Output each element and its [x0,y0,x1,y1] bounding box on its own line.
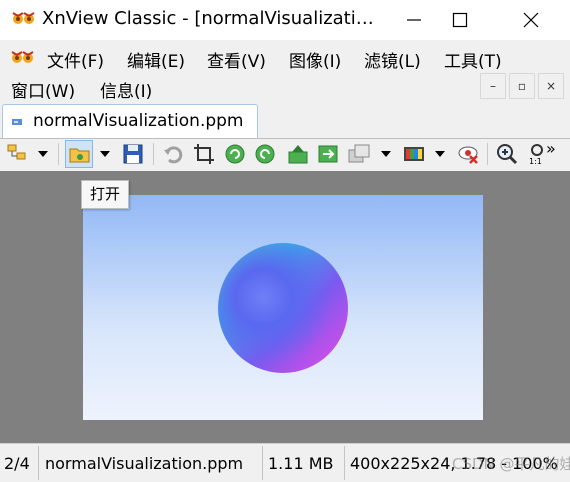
title-bar: XnView Classic - [normalVisualizati… [0,0,570,40]
chevron-down-icon[interactable] [435,151,445,157]
close-button[interactable] [508,0,554,40]
upload-icon[interactable] [286,142,310,166]
image-file-icon [12,119,22,125]
mdi-minimize-button[interactable]: – [480,73,506,99]
image-viewer[interactable] [0,171,570,443]
tooltip-open: 打开 [81,180,129,209]
toolbar-overflow-button[interactable]: » [546,139,556,158]
menu-filter[interactable]: 滤镜(L) [364,47,421,72]
save-icon[interactable] [121,142,145,166]
tab-label: normalVisualization.ppm [33,111,244,131]
zoom-in-icon[interactable] [495,142,519,166]
window-title: XnView Classic - [normalVisualizati… [42,8,374,29]
menu-image[interactable]: 图像(I) [289,47,341,72]
minimize-button[interactable] [391,0,437,40]
status-filename: normalVisualization.ppm [45,454,244,473]
menu-file[interactable]: 文件(F) [47,47,104,72]
convert-icon[interactable] [316,142,340,166]
menu-view[interactable]: 查看(V) [207,47,266,72]
mdi-restore-button[interactable]: ▫ [509,73,535,99]
xnview-logo-icon [11,51,34,63]
undo-icon[interactable] [162,142,186,166]
open-folder-icon [69,148,90,163]
mdi-close-button[interactable]: × [538,73,564,99]
svg-text:1:1: 1:1 [529,157,542,166]
color-palette-icon[interactable] [402,142,426,166]
menu-edit[interactable]: 编辑(E) [127,47,185,72]
tab-normal-visualization[interactable]: normalVisualization.ppm [2,104,258,138]
maximize-icon [452,12,468,28]
menu-tools[interactable]: 工具(T) [444,47,502,72]
status-index: 2/4 [4,454,30,473]
open-button-highlight[interactable] [65,140,93,168]
status-filesize: 1.11 MB [268,454,334,473]
toolbar: 1:1 » [0,139,570,171]
rendered-sphere [218,243,348,373]
browser-tree-icon[interactable] [6,142,30,166]
rotate-left-icon[interactable] [223,142,247,166]
menu-window[interactable]: 窗口(W) [11,77,75,102]
crop-icon[interactable] [192,142,216,166]
slideshow-icon[interactable] [347,142,371,166]
toolbar-separator [487,143,488,165]
status-separator [38,446,39,480]
red-eye-icon[interactable] [456,142,480,166]
watermark: CSDN @平凡的娃 [452,455,570,473]
chevron-down-icon[interactable] [381,151,391,157]
minimize-icon [407,19,421,21]
toolbar-separator [58,143,59,165]
close-icon [523,12,539,28]
menu-info[interactable]: 信息(I) [100,77,152,102]
status-separator [344,446,345,480]
chevron-down-icon[interactable] [38,151,48,157]
rotate-right-icon[interactable] [253,142,277,166]
image-canvas [83,195,483,420]
toolbar-separator [153,143,154,165]
maximize-button[interactable] [437,0,483,40]
status-separator [262,446,263,480]
xnview-logo-icon [12,12,35,24]
chevron-down-icon[interactable] [100,151,110,157]
